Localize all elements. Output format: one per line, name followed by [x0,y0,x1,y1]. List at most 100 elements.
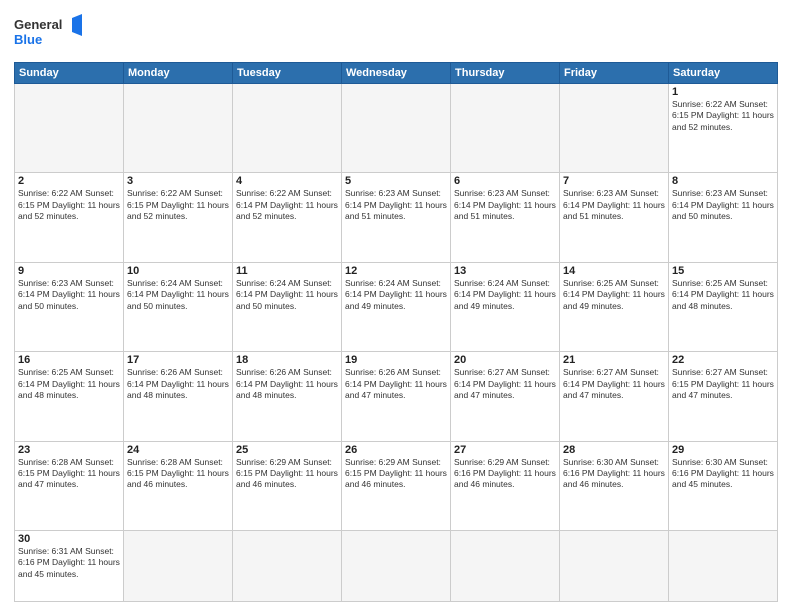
cell-date: 29 [672,444,774,456]
calendar-cell: 23Sunrise: 6:28 AM Sunset: 6:15 PM Dayli… [15,441,124,530]
cell-date: 24 [127,444,229,456]
calendar-cell [560,530,669,601]
cell-date: 13 [454,265,556,277]
cell-date: 11 [236,265,338,277]
calendar-cell: 2Sunrise: 6:22 AM Sunset: 6:15 PM Daylig… [15,173,124,262]
cell-date: 16 [18,354,120,366]
day-header-sunday: Sunday [15,63,124,84]
cell-date: 20 [454,354,556,366]
cell-info: Sunrise: 6:24 AM Sunset: 6:14 PM Dayligh… [127,278,229,312]
cell-date: 2 [18,175,120,187]
header: General Blue [14,10,778,56]
cell-info: Sunrise: 6:30 AM Sunset: 6:16 PM Dayligh… [563,457,665,491]
cell-info: Sunrise: 6:23 AM Sunset: 6:14 PM Dayligh… [345,188,447,222]
cell-info: Sunrise: 6:22 AM Sunset: 6:14 PM Dayligh… [236,188,338,222]
cell-date: 23 [18,444,120,456]
calendar-cell: 8Sunrise: 6:23 AM Sunset: 6:14 PM Daylig… [669,173,778,262]
cell-date: 1 [672,86,774,98]
cell-info: Sunrise: 6:23 AM Sunset: 6:14 PM Dayligh… [563,188,665,222]
svg-text:General: General [14,17,62,32]
calendar-cell [233,530,342,601]
cell-date: 22 [672,354,774,366]
calendar-cell [342,84,451,173]
cell-info: Sunrise: 6:29 AM Sunset: 6:16 PM Dayligh… [454,457,556,491]
cell-info: Sunrise: 6:29 AM Sunset: 6:15 PM Dayligh… [345,457,447,491]
calendar-cell: 14Sunrise: 6:25 AM Sunset: 6:14 PM Dayli… [560,262,669,351]
cell-info: Sunrise: 6:22 AM Sunset: 6:15 PM Dayligh… [672,99,774,133]
cell-info: Sunrise: 6:24 AM Sunset: 6:14 PM Dayligh… [454,278,556,312]
day-header-thursday: Thursday [451,63,560,84]
cell-date: 17 [127,354,229,366]
logo-svg: General Blue [14,14,84,56]
cell-info: Sunrise: 6:24 AM Sunset: 6:14 PM Dayligh… [236,278,338,312]
calendar-cell [451,84,560,173]
calendar-cell: 1Sunrise: 6:22 AM Sunset: 6:15 PM Daylig… [669,84,778,173]
calendar-cell: 22Sunrise: 6:27 AM Sunset: 6:15 PM Dayli… [669,352,778,441]
calendar-cell [451,530,560,601]
cell-info: Sunrise: 6:27 AM Sunset: 6:15 PM Dayligh… [672,367,774,401]
cell-date: 18 [236,354,338,366]
cell-info: Sunrise: 6:24 AM Sunset: 6:14 PM Dayligh… [345,278,447,312]
cell-date: 8 [672,175,774,187]
calendar-cell: 28Sunrise: 6:30 AM Sunset: 6:16 PM Dayli… [560,441,669,530]
cell-info: Sunrise: 6:23 AM Sunset: 6:14 PM Dayligh… [18,278,120,312]
cell-info: Sunrise: 6:27 AM Sunset: 6:14 PM Dayligh… [563,367,665,401]
cell-info: Sunrise: 6:30 AM Sunset: 6:16 PM Dayligh… [672,457,774,491]
cell-info: Sunrise: 6:26 AM Sunset: 6:14 PM Dayligh… [345,367,447,401]
cell-date: 26 [345,444,447,456]
calendar-cell: 27Sunrise: 6:29 AM Sunset: 6:16 PM Dayli… [451,441,560,530]
calendar-header-row: SundayMondayTuesdayWednesdayThursdayFrid… [15,63,778,84]
calendar-cell: 11Sunrise: 6:24 AM Sunset: 6:14 PM Dayli… [233,262,342,351]
calendar-cell [124,530,233,601]
cell-date: 25 [236,444,338,456]
cell-date: 3 [127,175,229,187]
calendar-cell: 12Sunrise: 6:24 AM Sunset: 6:14 PM Dayli… [342,262,451,351]
day-header-saturday: Saturday [669,63,778,84]
cell-info: Sunrise: 6:23 AM Sunset: 6:14 PM Dayligh… [454,188,556,222]
calendar-cell [124,84,233,173]
logo: General Blue [14,14,84,56]
calendar-cell: 7Sunrise: 6:23 AM Sunset: 6:14 PM Daylig… [560,173,669,262]
cell-date: 9 [18,265,120,277]
cell-info: Sunrise: 6:25 AM Sunset: 6:14 PM Dayligh… [672,278,774,312]
cell-date: 21 [563,354,665,366]
calendar-cell: 17Sunrise: 6:26 AM Sunset: 6:14 PM Dayli… [124,352,233,441]
calendar-cell [342,530,451,601]
calendar-cell: 18Sunrise: 6:26 AM Sunset: 6:14 PM Dayli… [233,352,342,441]
cell-date: 30 [18,533,120,545]
cell-date: 10 [127,265,229,277]
cell-date: 15 [672,265,774,277]
cell-info: Sunrise: 6:23 AM Sunset: 6:14 PM Dayligh… [672,188,774,222]
cell-info: Sunrise: 6:22 AM Sunset: 6:15 PM Dayligh… [127,188,229,222]
cell-date: 12 [345,265,447,277]
cell-info: Sunrise: 6:25 AM Sunset: 6:14 PM Dayligh… [563,278,665,312]
day-header-monday: Monday [124,63,233,84]
day-header-wednesday: Wednesday [342,63,451,84]
calendar-cell: 5Sunrise: 6:23 AM Sunset: 6:14 PM Daylig… [342,173,451,262]
cell-info: Sunrise: 6:26 AM Sunset: 6:14 PM Dayligh… [127,367,229,401]
calendar-cell [233,84,342,173]
calendar-cell: 16Sunrise: 6:25 AM Sunset: 6:14 PM Dayli… [15,352,124,441]
cell-date: 14 [563,265,665,277]
cell-info: Sunrise: 6:25 AM Sunset: 6:14 PM Dayligh… [18,367,120,401]
calendar-cell: 29Sunrise: 6:30 AM Sunset: 6:16 PM Dayli… [669,441,778,530]
calendar-table: SundayMondayTuesdayWednesdayThursdayFrid… [14,62,778,602]
calendar-cell: 9Sunrise: 6:23 AM Sunset: 6:14 PM Daylig… [15,262,124,351]
calendar-cell: 10Sunrise: 6:24 AM Sunset: 6:14 PM Dayli… [124,262,233,351]
calendar-cell: 13Sunrise: 6:24 AM Sunset: 6:14 PM Dayli… [451,262,560,351]
cell-info: Sunrise: 6:28 AM Sunset: 6:15 PM Dayligh… [127,457,229,491]
calendar-cell: 19Sunrise: 6:26 AM Sunset: 6:14 PM Dayli… [342,352,451,441]
page: General Blue SundayMondayTuesdayWednesda… [0,0,792,612]
calendar-cell: 6Sunrise: 6:23 AM Sunset: 6:14 PM Daylig… [451,173,560,262]
cell-date: 4 [236,175,338,187]
calendar-cell: 3Sunrise: 6:22 AM Sunset: 6:15 PM Daylig… [124,173,233,262]
cell-info: Sunrise: 6:28 AM Sunset: 6:15 PM Dayligh… [18,457,120,491]
calendar-cell: 4Sunrise: 6:22 AM Sunset: 6:14 PM Daylig… [233,173,342,262]
calendar-cell: 15Sunrise: 6:25 AM Sunset: 6:14 PM Dayli… [669,262,778,351]
cell-info: Sunrise: 6:29 AM Sunset: 6:15 PM Dayligh… [236,457,338,491]
cell-date: 19 [345,354,447,366]
calendar-cell [669,530,778,601]
cell-info: Sunrise: 6:31 AM Sunset: 6:16 PM Dayligh… [18,546,120,580]
cell-info: Sunrise: 6:27 AM Sunset: 6:14 PM Dayligh… [454,367,556,401]
day-header-friday: Friday [560,63,669,84]
